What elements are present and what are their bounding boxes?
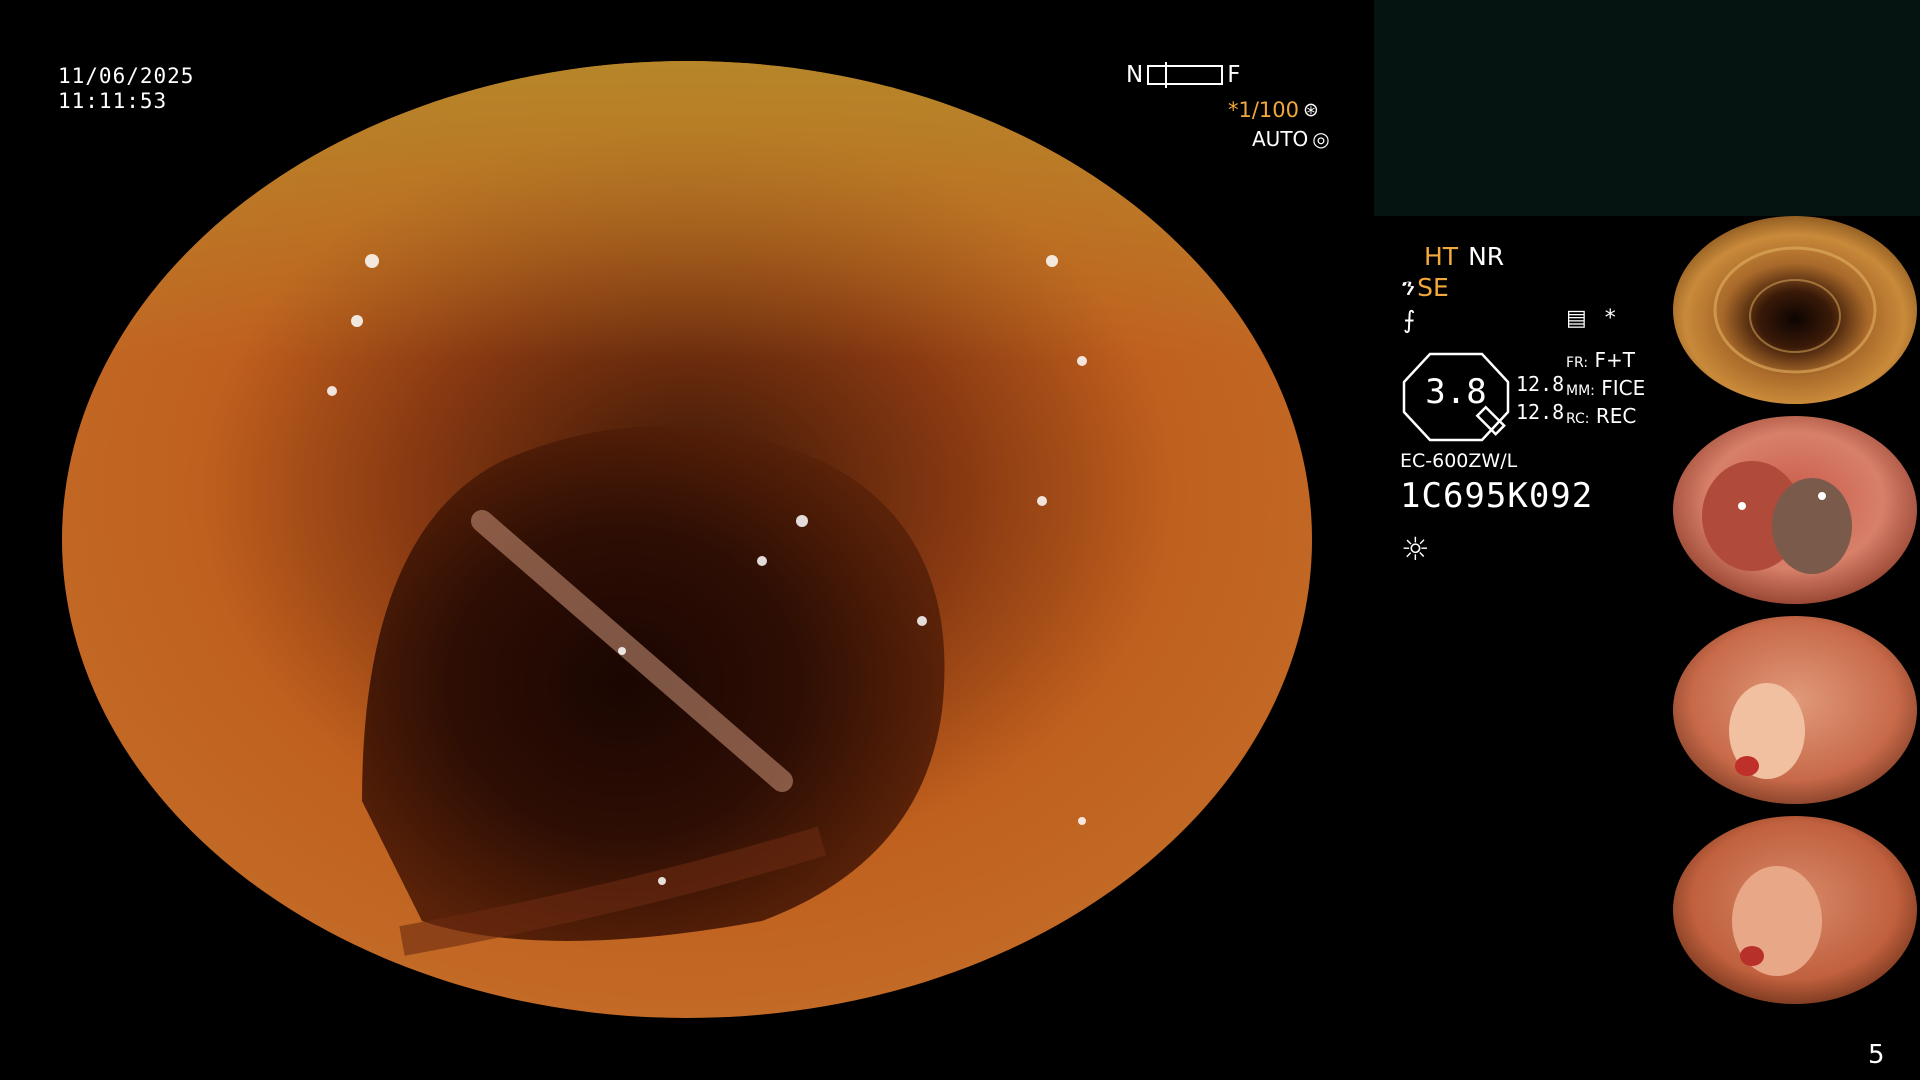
iris-mode: AUTO ◎ (1252, 127, 1330, 151)
scope-serial: 1C695K092 (1400, 476, 1594, 516)
freeze-icon: ⨍ (1403, 306, 1416, 334)
zoom-value: 3.8 (1425, 372, 1487, 412)
far-label: F (1227, 62, 1241, 88)
shutter-text: *1/100 (1228, 98, 1300, 122)
value-bottom: 12.8 (1516, 400, 1565, 424)
iris-mode-text: AUTO (1252, 127, 1309, 151)
numeric-values: 12.8 12.8 (1516, 370, 1564, 426)
datetime: 11/06/2025 11:11:53 (58, 64, 194, 114)
thumbnail-1[interactable] (1672, 216, 1918, 404)
page-number: 5 (1868, 1040, 1885, 1070)
time-text: 11:11:53 (58, 89, 168, 113)
near-label: N (1126, 62, 1144, 88)
enhancement-status: HT NR (1424, 242, 1504, 271)
mode-fr: FR: F+T (1566, 348, 1635, 372)
near-far-indicator: N F (1126, 62, 1240, 88)
scope-enhance-icon: ን (1402, 272, 1416, 301)
near-far-bar (1147, 62, 1224, 88)
se-label: SE (1417, 272, 1449, 302)
thumbnail-4[interactable] (1672, 816, 1918, 1004)
mode-list: FR: F+T MM: FICE RC: REC (1566, 348, 1645, 432)
memory-icon: ▤ (1566, 306, 1587, 331)
mode-rc: RC: REC (1566, 404, 1637, 428)
aperture-icon: ⊛ (1303, 99, 1319, 121)
info-panel-background (1374, 0, 1920, 216)
structure-enhance-row: ን SE (1402, 272, 1449, 302)
shutter-speed: *1/100 ⊛ (1228, 98, 1319, 122)
ht-label: HT (1424, 242, 1459, 271)
asterisk-mark: * (1604, 306, 1616, 331)
thumbnail-3[interactable] (1672, 616, 1918, 804)
nr-label: NR (1468, 242, 1505, 271)
sun-icon: ☼ (1401, 530, 1430, 568)
mode-mm: MM: FICE (1566, 376, 1646, 400)
iris-icon: ◎ (1312, 127, 1330, 151)
date-text: 11/06/2025 (58, 64, 195, 88)
scope-model: EC-600ZW/L (1400, 450, 1518, 472)
colon-lumen-image (62, 61, 1312, 1018)
endoscope-main-view (62, 61, 1312, 1018)
value-top: 12.8 (1516, 372, 1565, 396)
status-icons: ▤ * (1566, 306, 1616, 331)
thumbnail-2[interactable] (1672, 416, 1918, 604)
